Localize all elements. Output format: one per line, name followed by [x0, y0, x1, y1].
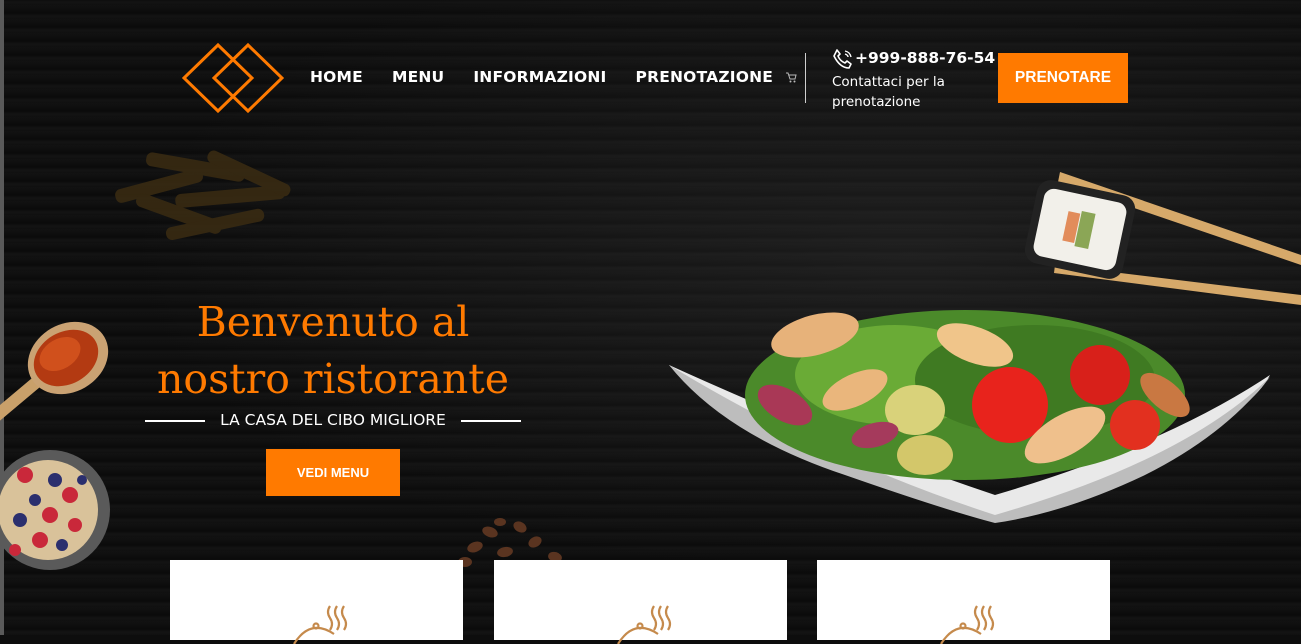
dish-steam-icon — [617, 605, 672, 644]
nav-informazioni[interactable]: INFORMAZIONI — [473, 68, 606, 86]
hero-title: Benvenuto al nostro ristorante — [156, 298, 510, 403]
feature-card-1[interactable] — [170, 560, 463, 644]
tagline-block: LA CASA DEL CIBO MIGLIORE — [145, 410, 521, 430]
tagline-line-right — [461, 420, 521, 422]
phone-number[interactable]: +999-888-76-54 — [855, 49, 995, 67]
dish-steam-icon — [940, 605, 995, 644]
nav-home[interactable]: HOME — [310, 68, 363, 86]
header-divider — [805, 53, 806, 103]
cart-icon[interactable] — [785, 70, 797, 84]
nav-menu[interactable]: MENU — [392, 68, 444, 86]
fruit-bowl-image — [0, 450, 110, 570]
fries-image — [115, 150, 291, 241]
dish-steam-icon — [293, 605, 348, 644]
salad-plate-image — [669, 310, 1270, 523]
contact-text: Contattaci per la prenotazione — [832, 74, 945, 110]
feature-card-3[interactable] — [817, 560, 1110, 644]
main-nav: HOME MENU INFORMAZIONI PRENOTAZIONE — [310, 68, 802, 86]
phone-icon — [833, 49, 852, 69]
spice-spoon-image — [0, 321, 109, 424]
book-button[interactable]: PRENOTARE — [998, 53, 1128, 103]
feature-card-2[interactable] — [494, 560, 787, 644]
nav-prenotazione[interactable]: PRENOTAZIONE — [636, 68, 774, 86]
view-menu-button[interactable]: VEDI MENU — [266, 449, 400, 496]
logo-diamond-icon[interactable] — [182, 42, 284, 114]
